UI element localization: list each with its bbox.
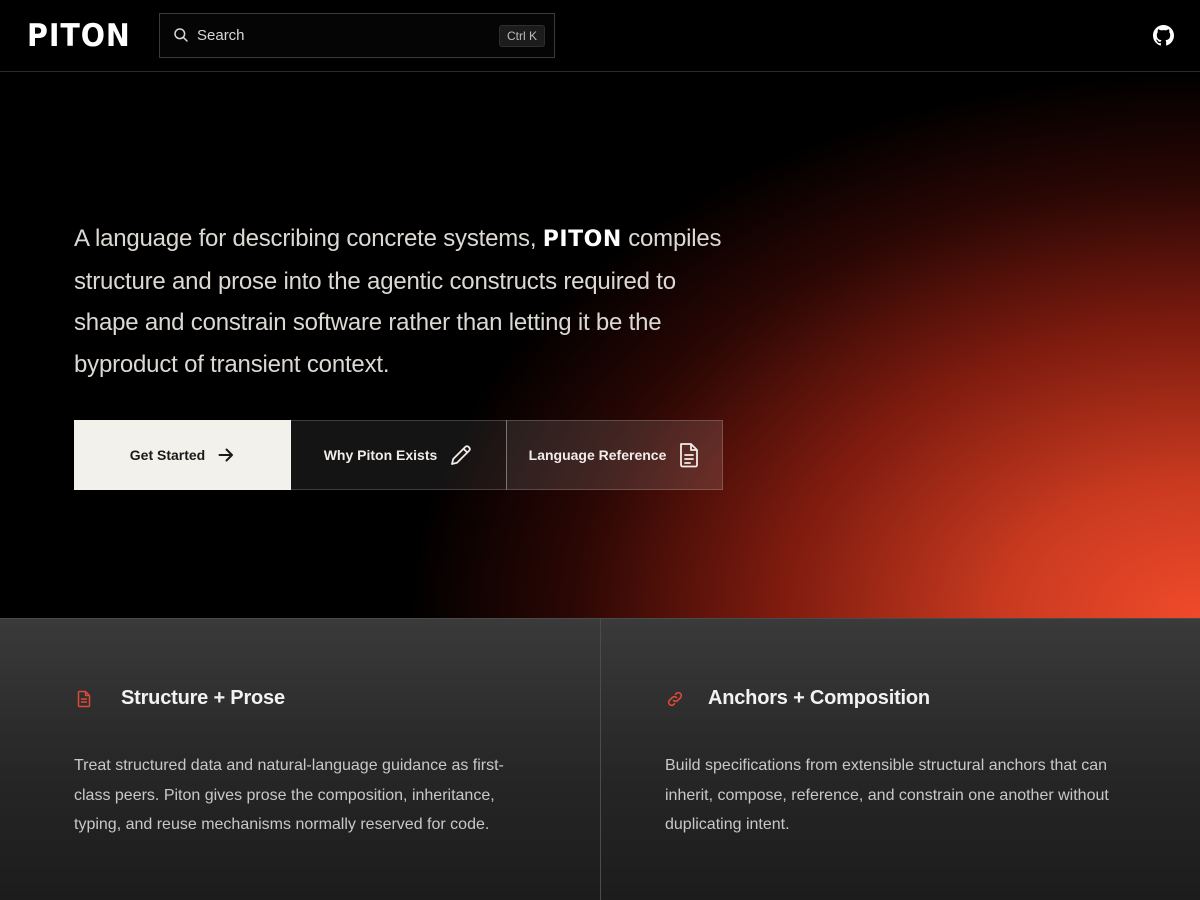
top-bar: PITON Search Ctrl K (0, 0, 1200, 72)
document-icon (680, 443, 699, 468)
language-reference-label: Language Reference (528, 447, 667, 463)
hero-brand-wordmark: PITON (542, 227, 622, 252)
feature-description: Treat structured data and natural-langua… (74, 757, 504, 833)
features-section: Structure + Prose Treat structured data … (0, 618, 1200, 900)
search-shortcut-badge: Ctrl K (499, 25, 545, 47)
why-piton-exists-button[interactable]: Why Piton Exists (290, 420, 507, 490)
feature-heading: Anchors + Composition (665, 687, 930, 710)
page: PITON Search Ctrl K A language for descr… (0, 0, 1200, 900)
why-piton-exists-label: Why Piton Exists (323, 447, 438, 463)
feature-card-anchors-composition: Anchors + Composition Build specificatio… (600, 619, 1200, 900)
arrow-right-icon (218, 448, 234, 462)
pencil-icon (451, 445, 472, 465)
hero-tagline: A language for describing concrete syste… (74, 218, 734, 385)
hero-text-before: A language for describing concrete syste… (74, 225, 543, 252)
feature-heading: Structure + Prose (74, 687, 285, 710)
github-icon[interactable] (1153, 25, 1174, 46)
feature-description: Build specifications from extensible str… (665, 757, 1109, 833)
get-started-button[interactable]: Get Started (74, 420, 291, 490)
hero-section: A language for describing concrete syste… (0, 72, 1200, 618)
hero-actions: Get Started Why Piton Exists Language Re… (74, 420, 724, 490)
get-started-label: Get Started (129, 447, 206, 463)
search-placeholder: Search (197, 27, 245, 44)
feature-card-structure-prose: Structure + Prose Treat structured data … (0, 619, 600, 900)
language-reference-button[interactable]: Language Reference (506, 420, 723, 490)
feature-title: Anchors + Composition (708, 687, 930, 709)
search-icon (174, 28, 188, 42)
link-icon (667, 691, 683, 706)
search-box[interactable]: Search Ctrl K (159, 13, 555, 58)
feature-title: Structure + Prose (121, 687, 285, 709)
document-icon (77, 690, 91, 707)
site-logo[interactable]: PITON (27, 16, 131, 56)
